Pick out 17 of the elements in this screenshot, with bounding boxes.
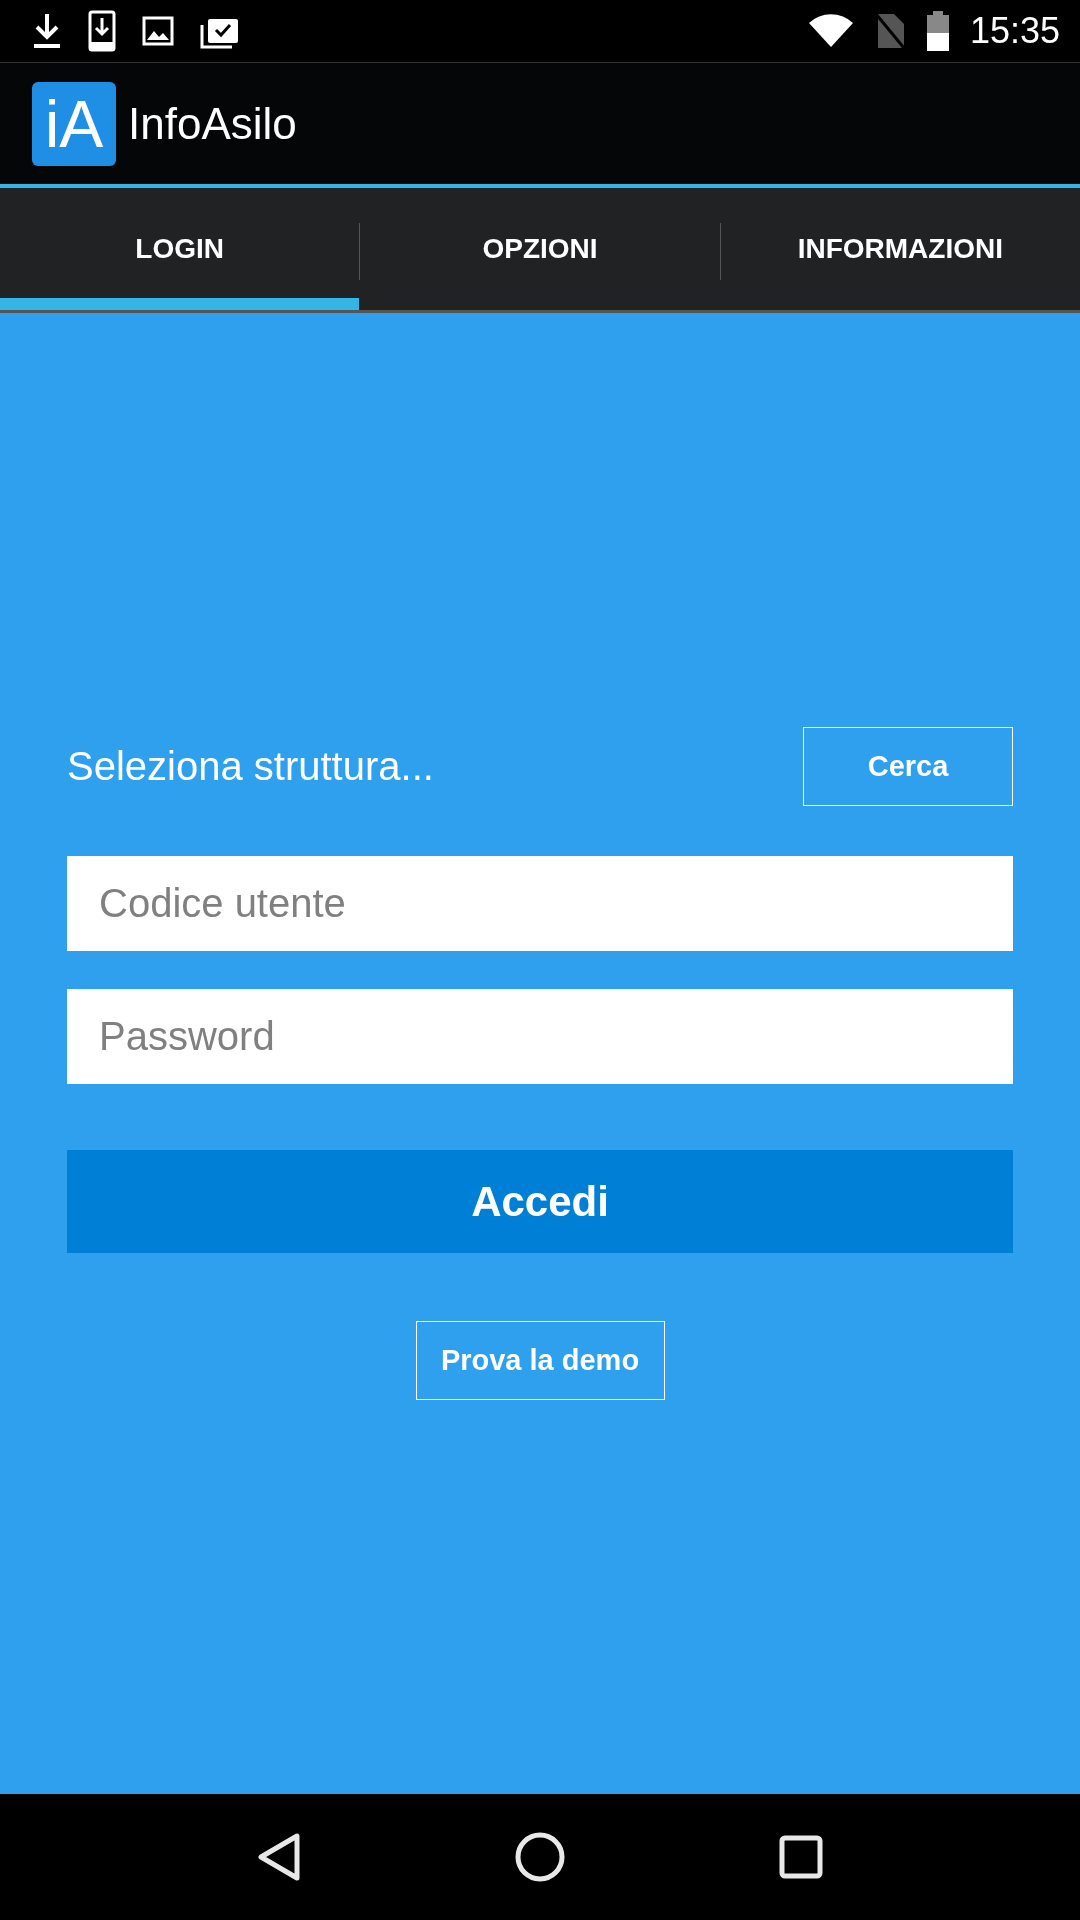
structure-label: Seleziona struttura... — [67, 744, 434, 789]
input-field[interactable]: Codice utente — [67, 856, 1013, 951]
tab[interactable]: OPZIONI — [360, 188, 720, 310]
app-title: InfoAsilo — [128, 98, 297, 149]
app-logo: iA — [32, 81, 116, 166]
tab[interactable]: INFORMAZIONI — [720, 188, 1080, 310]
home-icon[interactable] — [515, 1832, 565, 1882]
wifi-icon — [807, 14, 854, 48]
back-icon[interactable] — [257, 1832, 301, 1882]
image-icon — [142, 16, 174, 46]
download-icon — [32, 12, 62, 50]
recents-icon[interactable] — [779, 1835, 823, 1879]
login-button[interactable]: Accedi — [67, 1150, 1013, 1253]
phone-download-icon — [88, 10, 116, 52]
clock-time: 15:35 — [969, 10, 1060, 52]
input-field[interactable]: Password — [67, 989, 1013, 1084]
battery-icon — [925, 11, 950, 51]
